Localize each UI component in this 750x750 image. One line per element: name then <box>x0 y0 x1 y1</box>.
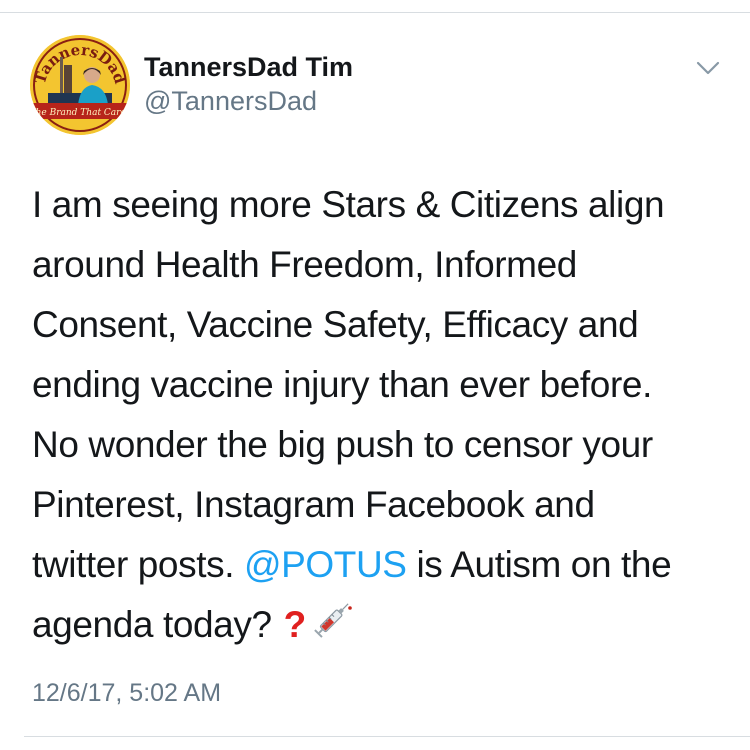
tweet-text-line-mention: twitter posts. @POTUS is Autism on the <box>32 535 732 595</box>
tweet-text-segment: is Autism on the <box>406 544 672 585</box>
tweet-text-line: Consent, Vaccine Safety, Efficacy and <box>32 304 639 345</box>
tweet-text-line: No wonder the big push to censor your <box>32 424 653 465</box>
avatar[interactable]: TannersDad The Brand That Cares <box>30 35 130 135</box>
tweet-text-segment: agenda today? <box>32 604 272 645</box>
potus-mention-link[interactable]: @POTUS <box>244 544 407 585</box>
tweet-text: I am seeing more Stars & Citizens align … <box>32 175 732 658</box>
syringe-icon <box>312 596 356 658</box>
chevron-down-icon[interactable] <box>694 58 722 78</box>
avatar-banner-text: The Brand That Cares <box>30 108 130 118</box>
tweet-text-line: Pinterest, Instagram Facebook and <box>32 484 595 525</box>
tweet-text-line: I am seeing more Stars & Citizens align <box>32 184 665 225</box>
tweet-text-line-last: agenda today?? <box>32 595 732 658</box>
bottom-divider <box>24 736 750 737</box>
display-name[interactable]: TannersDad Tim <box>144 52 353 83</box>
tweet-timestamp[interactable]: 12/6/17, 5:02 AM <box>32 679 221 708</box>
top-divider <box>0 12 750 13</box>
tweet-text-segment: twitter posts. <box>32 544 244 585</box>
question-mark-emoji: ? <box>283 604 307 645</box>
tweet-text-line: ending vaccine injury than ever before. <box>32 364 652 405</box>
user-handle[interactable]: @TannersDad <box>144 86 317 117</box>
tweet-text-line: around Health Freedom, Informed <box>32 244 577 285</box>
